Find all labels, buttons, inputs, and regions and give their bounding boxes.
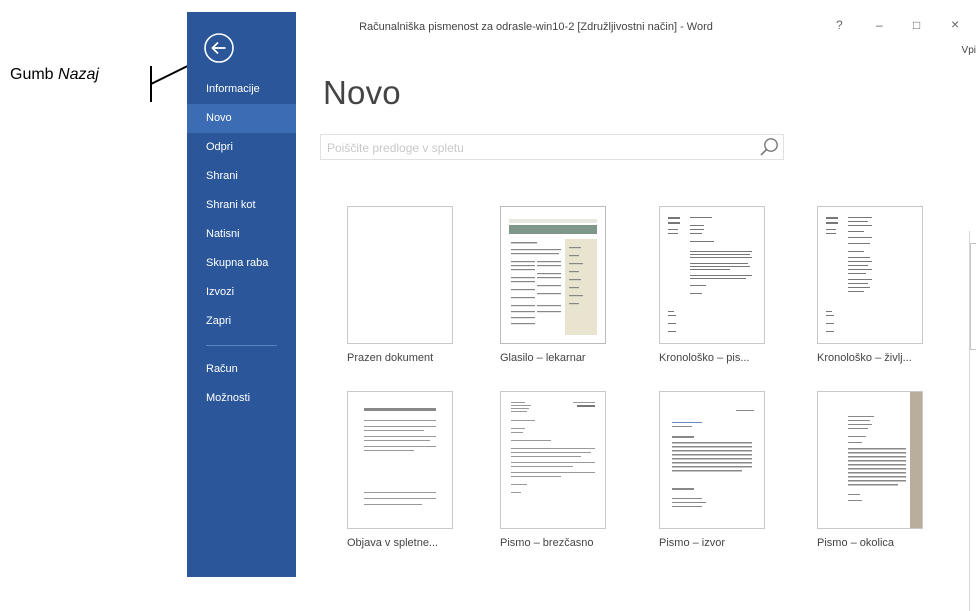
nav-item-racun[interactable]: Račun xyxy=(187,355,296,384)
template-thumbnail xyxy=(659,391,765,529)
search-input[interactable] xyxy=(325,138,749,158)
template-tile-resume-letter[interactable]: Kronološko – pis... xyxy=(657,206,777,376)
vertical-scrollbar[interactable] xyxy=(969,231,976,611)
nav-item-izvozi[interactable]: Izvozi xyxy=(187,278,296,307)
back-button[interactable] xyxy=(203,32,235,64)
template-thumbnail xyxy=(500,206,606,344)
blog-post-preview xyxy=(364,408,436,505)
search-icon[interactable] xyxy=(757,135,781,159)
nav-item-skupna-raba[interactable]: Skupna raba xyxy=(187,249,296,278)
title-bar: Računalniška pismenost za odrasle-win10-… xyxy=(296,12,976,56)
backstage-main: Novo Prazen dokument xyxy=(296,46,976,611)
template-search xyxy=(320,134,784,160)
scrollbar-thumb[interactable] xyxy=(970,243,976,350)
template-tile-resume[interactable]: Kronološko – življ... xyxy=(815,206,935,376)
template-thumbnail xyxy=(659,206,765,344)
page-title: Novo xyxy=(323,74,401,111)
backstage-nav: Informacije Novo Odpri Shrani Shrani kot… xyxy=(187,75,296,413)
nav-item-novo[interactable]: Novo xyxy=(187,104,296,133)
letter-timeless-preview xyxy=(511,402,595,493)
nav-item-moznosti[interactable]: Možnosti xyxy=(187,384,296,413)
template-label: Pismo – brezčasno xyxy=(500,537,594,549)
nav-item-odpri[interactable]: Odpri xyxy=(187,133,296,162)
template-tile-newsletter[interactable]: Glasilo – lekarnar xyxy=(498,206,618,376)
template-label: Pismo – izvor xyxy=(659,537,726,549)
minimize-button[interactable]: – xyxy=(876,18,883,32)
template-thumbnail xyxy=(817,391,923,529)
template-label: Objava v spletne... xyxy=(347,537,439,549)
template-label: Kronološko – pis... xyxy=(659,352,750,364)
newsletter-preview xyxy=(509,219,597,335)
nav-item-informacije[interactable]: Informacije xyxy=(187,75,296,104)
callout-label: Gumb Nazaj xyxy=(10,66,99,83)
letter-origin-preview xyxy=(672,410,754,507)
nav-item-zapri[interactable]: Zapri xyxy=(187,307,296,336)
nav-item-natisni[interactable]: Natisni xyxy=(187,220,296,249)
close-button[interactable]: × xyxy=(951,16,959,32)
backstage-sidebar: Informacije Novo Odpri Shrani Shrani kot… xyxy=(187,12,296,577)
help-button[interactable]: ? xyxy=(836,18,843,32)
template-label: Kronološko – življ... xyxy=(817,352,912,364)
template-tile-letter-timeless[interactable]: Pismo – brezčasno xyxy=(498,391,618,561)
nav-item-shrani-kot[interactable]: Shrani kot xyxy=(187,191,296,220)
maximize-button[interactable]: □ xyxy=(913,18,920,32)
nav-divider xyxy=(206,345,277,346)
template-tile-blank[interactable]: Prazen dokument xyxy=(345,206,465,376)
template-tile-letter-environment[interactable]: Pismo – okolica xyxy=(815,391,935,561)
nav-item-shrani[interactable]: Shrani xyxy=(187,162,296,191)
window-title: Računalniška pismenost za odrasle-win10-… xyxy=(359,21,713,33)
letter-environment-preview xyxy=(848,392,922,528)
template-label: Pismo – okolica xyxy=(817,537,895,549)
template-thumbnail xyxy=(500,391,606,529)
template-thumbnail xyxy=(347,391,453,529)
template-label: Glasilo – lekarnar xyxy=(500,352,586,364)
template-tile-blog-post[interactable]: Objava v spletne... xyxy=(345,391,465,561)
template-thumbnail xyxy=(817,206,923,344)
resume-letter-preview xyxy=(668,217,752,332)
template-label: Prazen dokument xyxy=(347,352,434,364)
arrow-left-circle-icon xyxy=(204,33,234,63)
template-thumbnail xyxy=(347,206,453,344)
word-window: Informacije Novo Odpri Shrani Shrani kot… xyxy=(187,12,976,611)
template-tile-letter-origin[interactable]: Pismo – izvor xyxy=(657,391,777,561)
resume-preview xyxy=(826,217,872,332)
